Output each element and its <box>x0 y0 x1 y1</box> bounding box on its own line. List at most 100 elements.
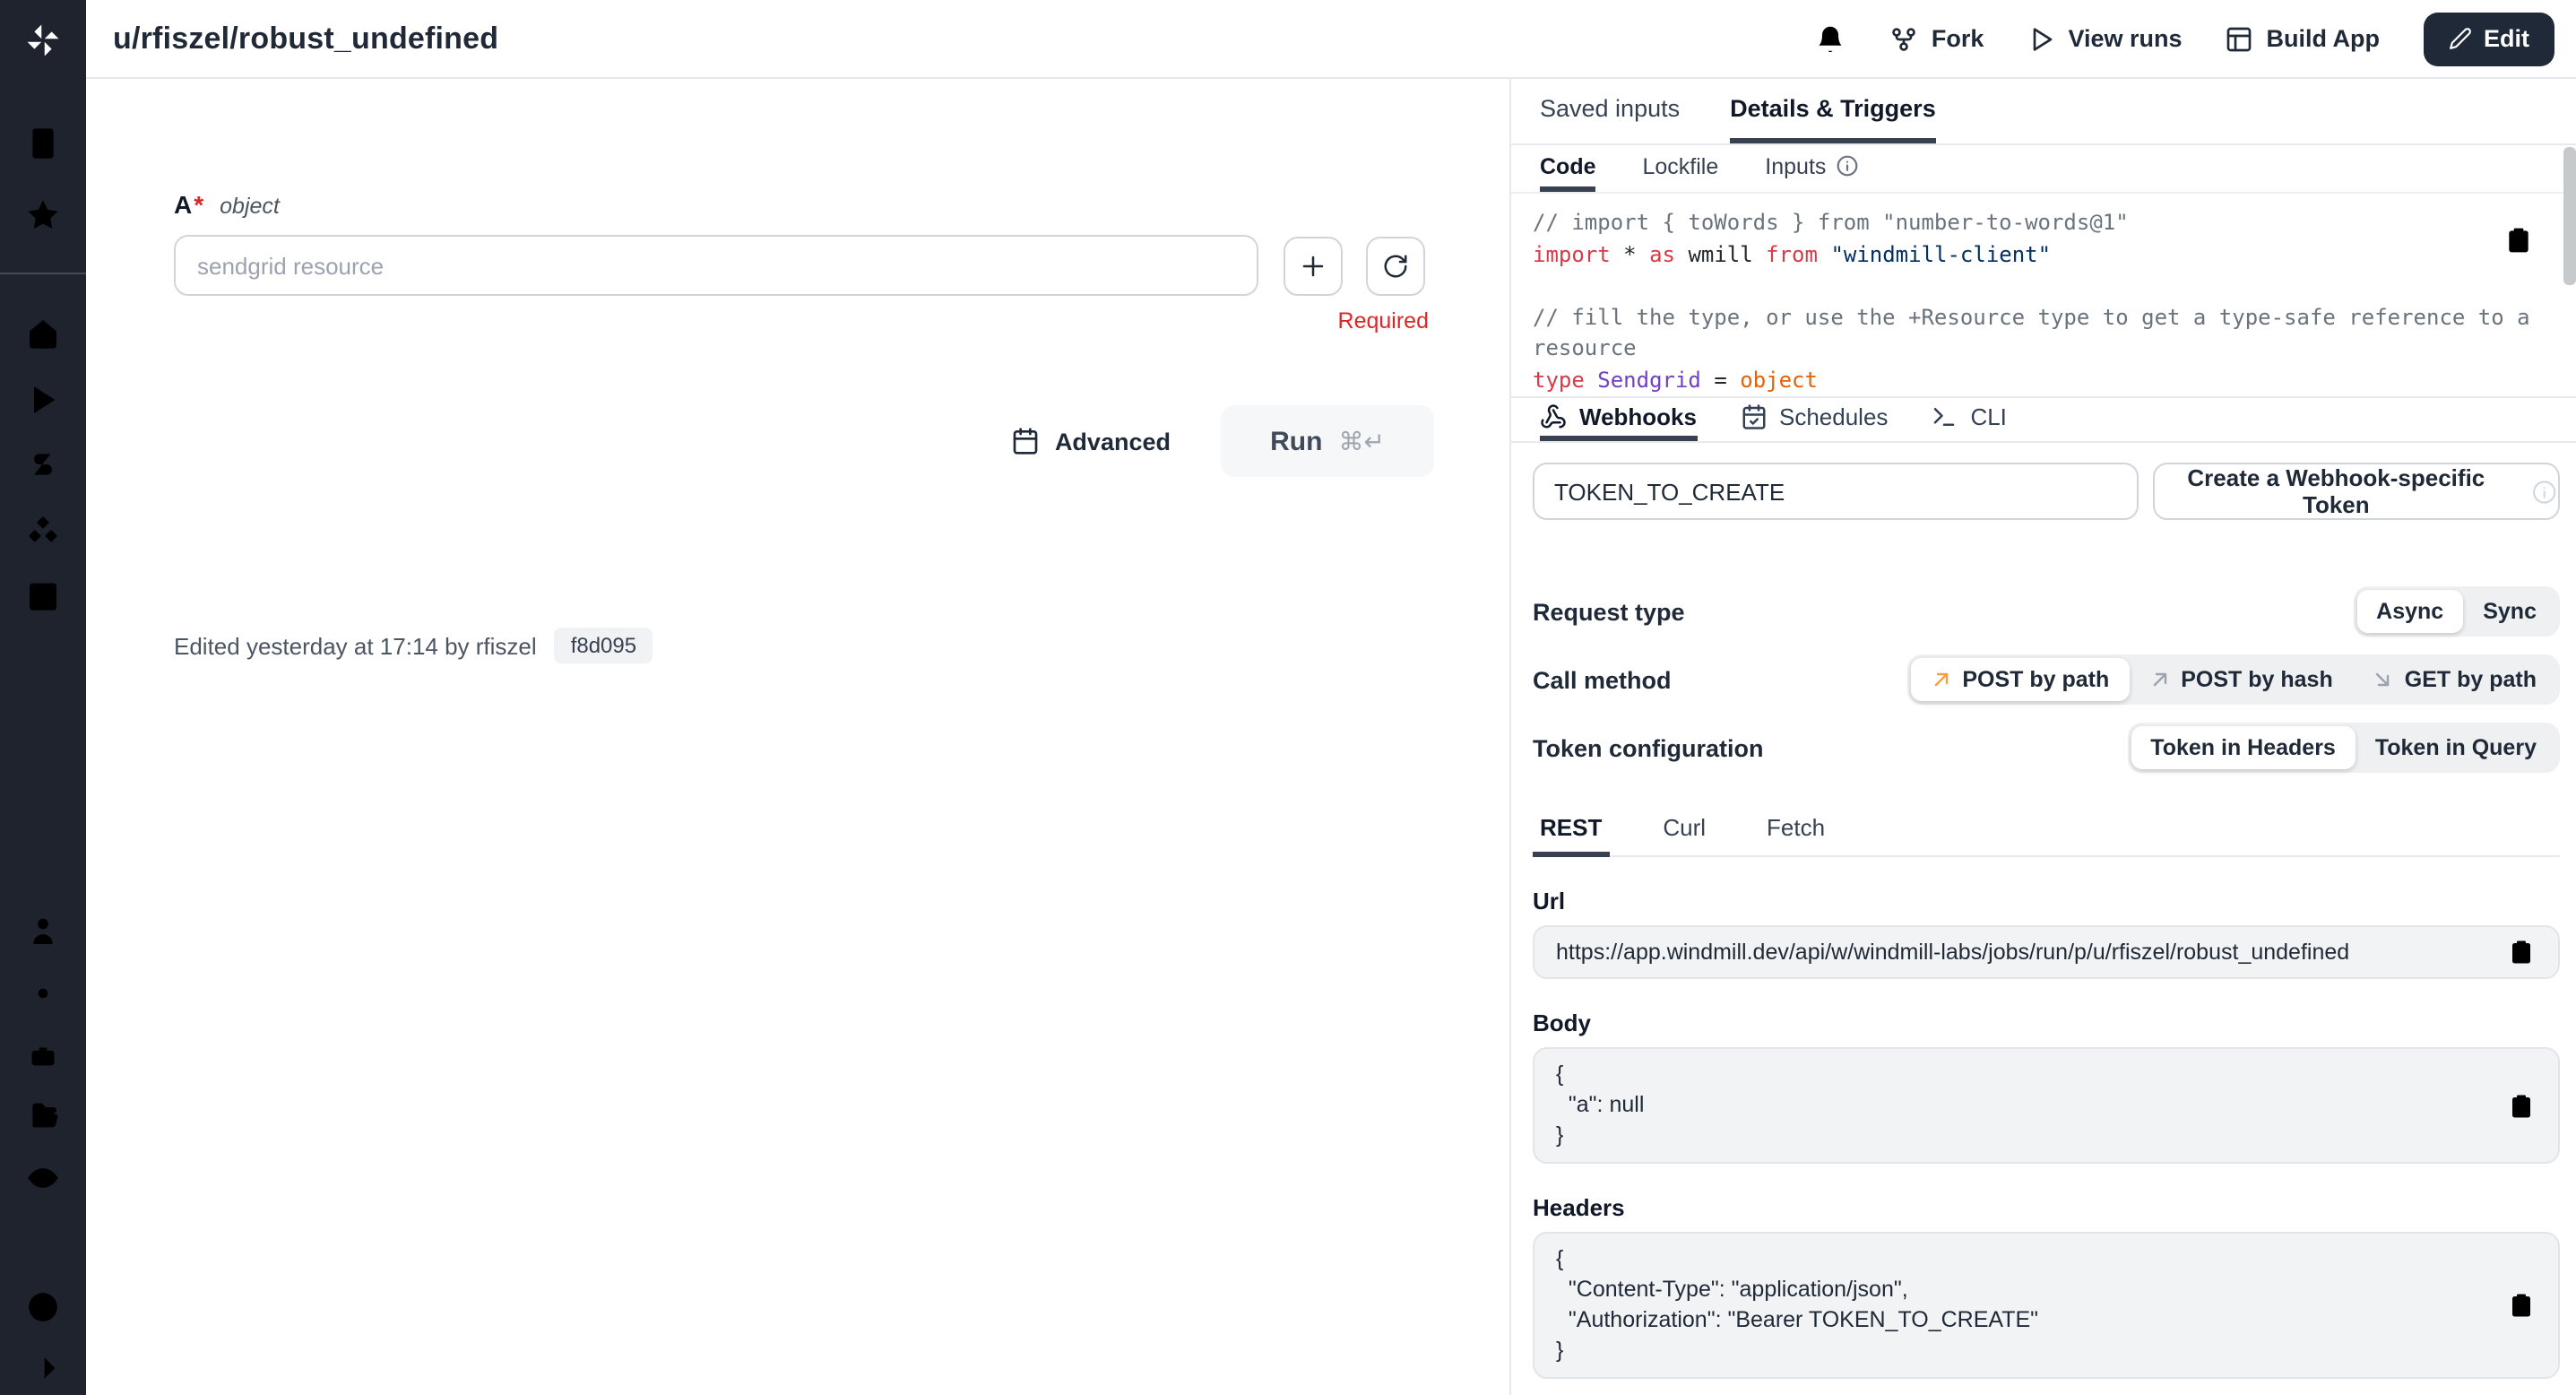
copy-code-clipboard-icon[interactable] <box>2504 226 2533 255</box>
tab-inputs-label: Inputs <box>1765 153 1826 178</box>
call-method-post-by-hash[interactable]: POST by hash <box>2129 658 2353 701</box>
code-viewer: // import { toWords } from "number-to-wo… <box>1511 194 2576 398</box>
token-input[interactable] <box>1533 463 2139 520</box>
play-outline-icon <box>2027 24 2055 53</box>
field-name: A <box>174 190 192 219</box>
favorites-star-icon[interactable] <box>25 197 61 233</box>
page-title: u/rfiszel/robust_undefined <box>113 21 498 56</box>
app-root: u/rfiszel/robust_undefined Fork View run… <box>0 0 2576 1395</box>
call-method-post-by-path-label: POST by path <box>1962 667 2109 692</box>
copy-body-clipboard-icon[interactable] <box>2508 1092 2535 1119</box>
token-config-label: Token configuration <box>1533 734 1764 761</box>
add-resource-button[interactable] <box>1284 236 1343 295</box>
resources-boxes-icon[interactable] <box>25 513 61 549</box>
run-form-section: A * object Required <box>86 79 1509 1395</box>
variables-dollar-icon[interactable] <box>25 446 61 482</box>
copy-url-clipboard-icon[interactable] <box>2508 939 2535 966</box>
edited-meta: Edited yesterday at 17:14 by rfiszel f8d… <box>174 628 653 663</box>
tab-cli-label: CLI <box>1970 403 2006 430</box>
edited-text: Edited yesterday at 17:14 by rfiszel <box>174 632 537 659</box>
call-method-label: Call method <box>1533 666 1672 693</box>
call-method-post-by-path[interactable]: POST by path <box>1910 658 2129 701</box>
token-in-query[interactable]: Token in Query <box>2356 726 2556 769</box>
body-value: { "a": null } <box>1556 1060 2486 1151</box>
headers-value: { "Content-Type": "application/json", "A… <box>1556 1244 2486 1366</box>
tab-fetch[interactable]: Fetch <box>1759 810 1832 857</box>
url-value: https://app.windmill.dev/api/w/windmill-… <box>1556 940 2349 965</box>
panel-tabs: Saved inputs Details & Triggers <box>1511 79 2576 145</box>
arrow-up-right-icon <box>1930 669 1951 690</box>
fork-button[interactable]: Fork <box>1890 24 1984 53</box>
request-type-async[interactable]: Async <box>2356 590 2463 633</box>
token-in-headers[interactable]: Token in Headers <box>2131 726 2356 769</box>
tab-inputs[interactable]: Inputs <box>1765 145 1858 192</box>
tab-schedules-label: Schedules <box>1779 403 1888 430</box>
audit-eye-icon[interactable] <box>25 1160 61 1196</box>
workspace-building-icon[interactable] <box>25 126 61 161</box>
code-content: // import { toWords } from "number-to-wo… <box>1533 208 2572 396</box>
version-hash-badge[interactable]: f8d095 <box>555 628 653 663</box>
run-button[interactable]: Run ⌘↵ <box>1221 405 1434 477</box>
collapse-arrow-right-icon[interactable] <box>25 1350 61 1386</box>
edit-button[interactable]: Edit <box>2423 12 2554 65</box>
request-type-toggle: Async Sync <box>2353 586 2560 637</box>
tab-code[interactable]: Code <box>1540 145 1596 192</box>
resource-input[interactable] <box>174 235 1258 296</box>
users-person-icon[interactable] <box>25 913 61 949</box>
git-fork-icon <box>1890 24 1919 53</box>
body-box: { "a": null } <box>1533 1047 2560 1164</box>
help-question-icon[interactable] <box>25 1289 61 1325</box>
create-webhook-token-label: Create a Webhook-specific Token <box>2155 464 2518 518</box>
tab-curl[interactable]: Curl <box>1655 810 1713 857</box>
tab-schedules[interactable]: Schedules <box>1740 398 1888 441</box>
arrow-down-right-icon <box>2373 669 2394 690</box>
run-row: Advanced Run ⌘↵ <box>174 405 1434 477</box>
refresh-button[interactable] <box>1366 236 1425 295</box>
workers-robot-icon[interactable] <box>25 1036 61 1072</box>
windmill-logo-icon[interactable] <box>24 22 62 59</box>
request-type-label: Request type <box>1533 598 1685 625</box>
sidebar <box>0 0 86 1395</box>
panel-scrollbar[interactable] <box>2563 147 2576 285</box>
advanced-button[interactable]: Advanced <box>1012 427 1171 455</box>
run-label: Run <box>1270 426 1322 456</box>
required-note: Required <box>174 308 1429 334</box>
call-method-get-by-path[interactable]: GET by path <box>2353 658 2556 701</box>
kebab-menu-icon[interactable] <box>1740 22 1772 55</box>
sidebar-divider <box>0 273 86 274</box>
calendar-icon <box>1012 427 1041 455</box>
runs-play-icon[interactable] <box>25 382 61 418</box>
pencil-icon <box>2448 27 2471 50</box>
url-label: Url <box>1533 888 2560 914</box>
field-label: A * object <box>174 190 1513 219</box>
copy-headers-clipboard-icon[interactable] <box>2508 1292 2535 1319</box>
folders-icon[interactable] <box>25 1097 61 1133</box>
settings-gear-icon[interactable] <box>25 975 61 1011</box>
info-icon <box>1835 154 1858 178</box>
schedules-calendar-icon[interactable] <box>25 577 61 613</box>
headers-box: { "Content-Type": "application/json", "A… <box>1533 1232 2560 1379</box>
view-runs-button[interactable]: View runs <box>2027 24 2182 53</box>
build-app-button[interactable]: Build App <box>2226 24 2381 53</box>
tab-rest[interactable]: REST <box>1533 810 1609 857</box>
home-icon[interactable] <box>25 316 61 351</box>
tab-webhooks[interactable]: Webhooks <box>1540 398 1697 441</box>
token-row: Create a Webhook-specific Token <box>1533 463 2560 520</box>
tab-lockfile[interactable]: Lockfile <box>1643 145 1719 192</box>
header: u/rfiszel/robust_undefined Fork View run… <box>86 0 2576 79</box>
tab-details-triggers[interactable]: Details & Triggers <box>1730 79 1936 143</box>
body-label: Body <box>1533 1009 2560 1036</box>
create-webhook-token-button[interactable]: Create a Webhook-specific Token <box>2153 463 2560 520</box>
code-tabs: Code Lockfile Inputs <box>1511 145 2576 194</box>
token-config-row: Token configuration Token in Headers Tok… <box>1533 721 2560 775</box>
webhooks-section: Create a Webhook-specific Token Request … <box>1511 463 2576 1379</box>
tab-saved-inputs[interactable]: Saved inputs <box>1540 79 1680 143</box>
layout-icon <box>2226 24 2254 53</box>
header-actions: Fork View runs Build App Edit <box>1740 12 2576 65</box>
refresh-icon <box>1382 252 1409 279</box>
request-type-sync[interactable]: Sync <box>2463 590 2556 633</box>
notifications-bell-icon[interactable] <box>1815 22 1847 55</box>
view-runs-label: View runs <box>2068 25 2182 52</box>
advanced-label: Advanced <box>1055 428 1171 455</box>
tab-cli[interactable]: CLI <box>1931 398 2006 441</box>
